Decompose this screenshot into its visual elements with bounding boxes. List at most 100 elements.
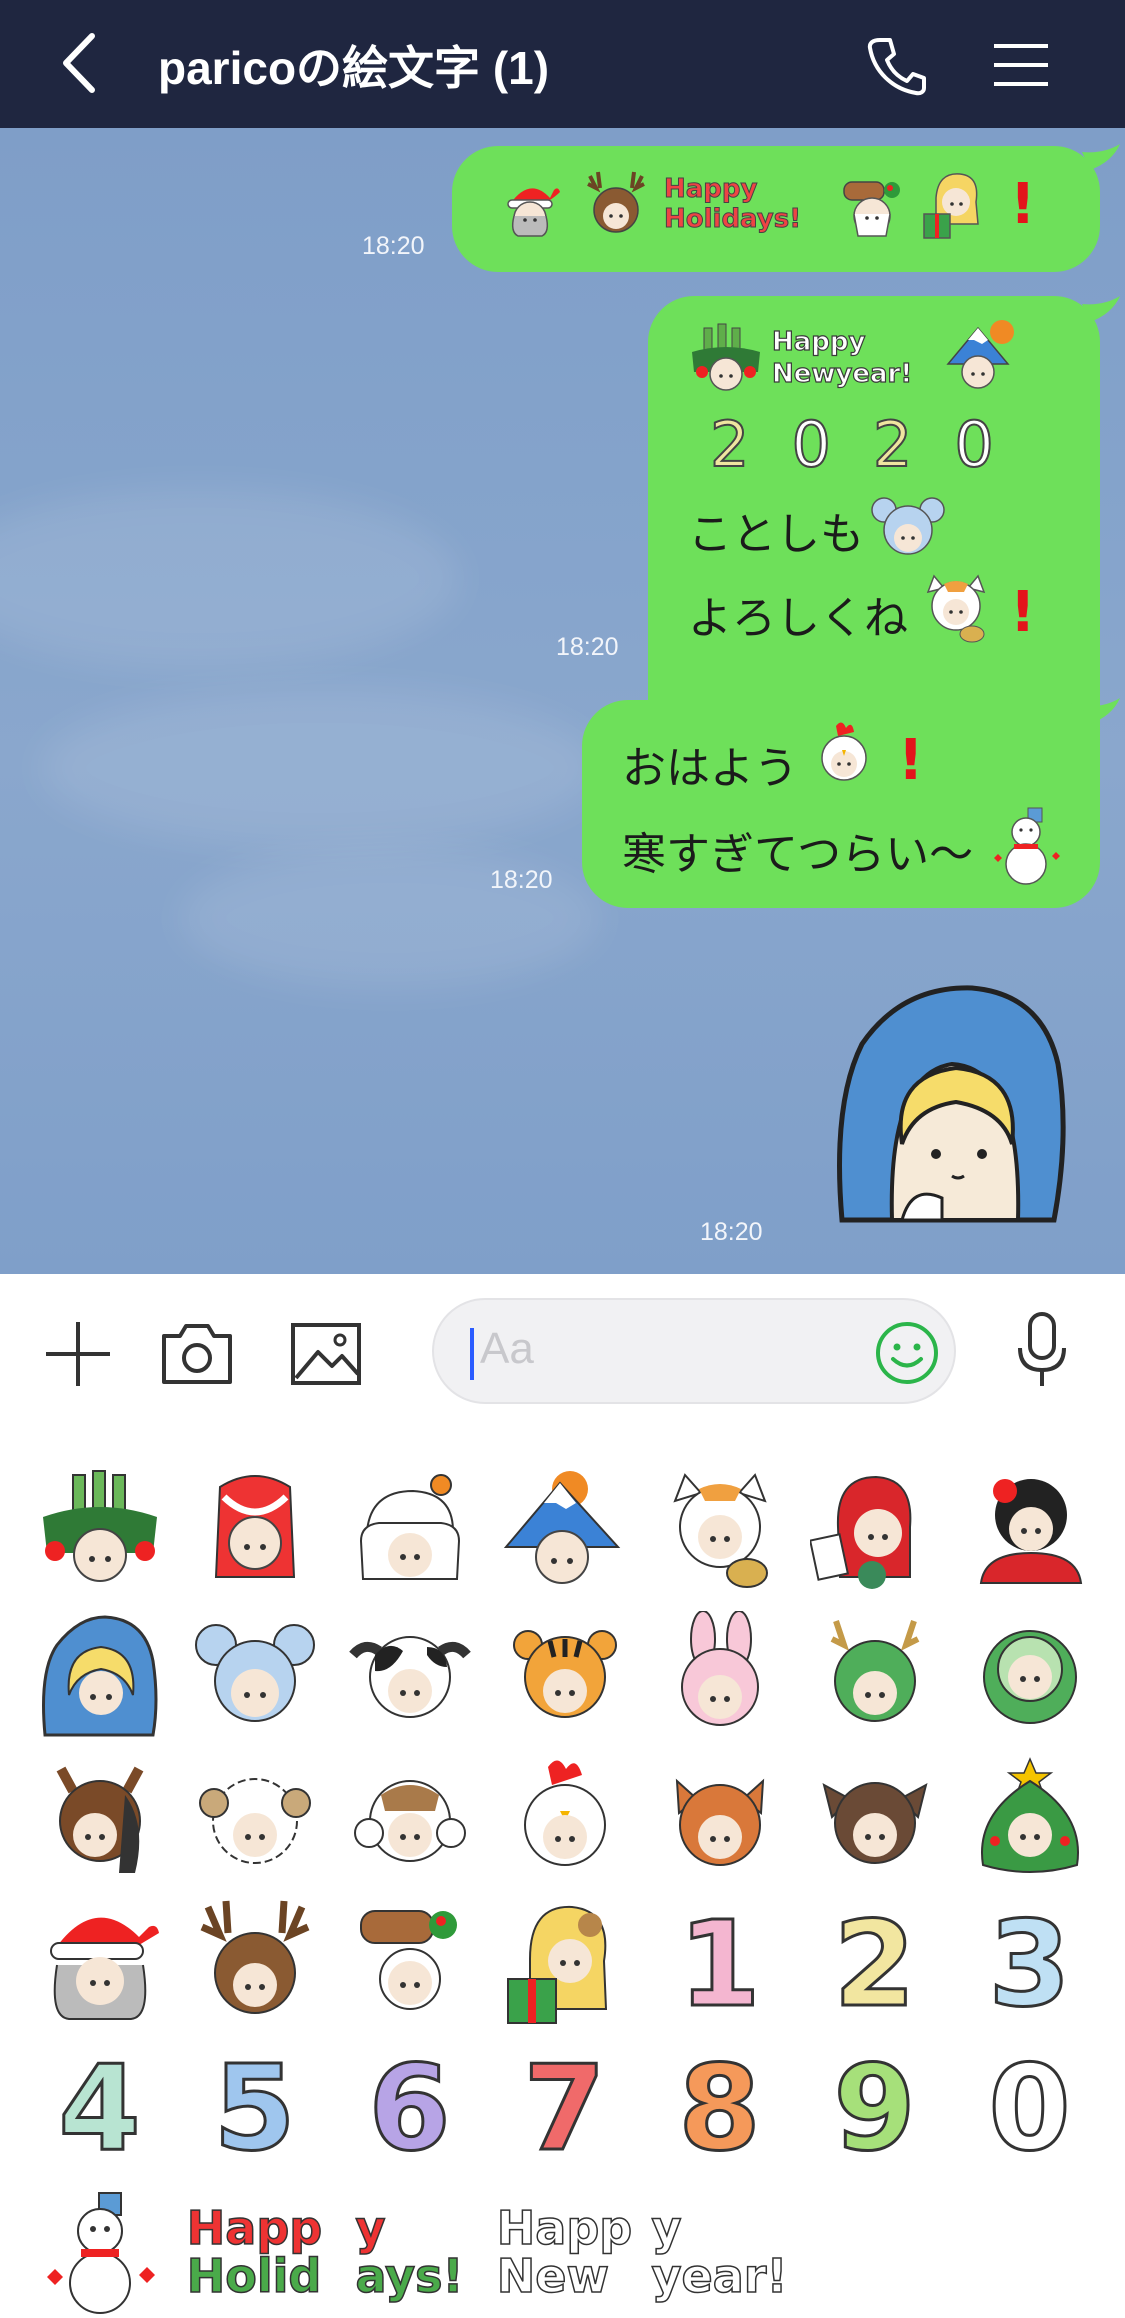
emoji-boar-girl[interactable] — [797, 1748, 952, 1892]
log-cake-girl-emoji — [843, 181, 900, 237]
camera-icon[interactable] — [160, 1320, 234, 1386]
emoji-kimono-girl[interactable] — [952, 1460, 1107, 1604]
message-text: おはよう — [622, 743, 798, 794]
happy-newyear-emoji: Happy Newyear! — [771, 326, 913, 389]
bubble-tail — [1082, 296, 1120, 322]
chat-area[interactable]: 18:20 Happy Holidays! ! 18:20 Happy Newy… — [0, 128, 1125, 1274]
emoji-dragon-girl[interactable] — [797, 1604, 952, 1748]
emoji-log-cake-girl[interactable] — [332, 1892, 487, 2036]
word-label: Happ — [186, 2200, 323, 2255]
snowman-emoji — [994, 807, 1060, 885]
emoji-fuji-girl[interactable] — [487, 1460, 642, 1604]
emoji-snake-girl[interactable] — [952, 1604, 1107, 1748]
digit-emoji: 2 — [872, 407, 913, 482]
emoji-reindeer-girl[interactable] — [177, 1892, 332, 2036]
year-2020: 2 0 2 0 — [709, 407, 995, 482]
smiley-icon[interactable] — [874, 1320, 940, 1386]
chat-header: paricoの絵文字 (1) — [0, 0, 1125, 128]
emoji-grid: 1 2 3 4 5 6 7 8 9 0 Happ Holid y ays! Ha… — [22, 1460, 1112, 2318]
digit-emoji: 0 — [790, 407, 831, 482]
snake-icon — [982, 1630, 1077, 1724]
emoji-rabbit-girl[interactable] — [642, 1604, 797, 1748]
emoji-digit-6[interactable]: 6 — [332, 2036, 487, 2180]
emoji-snowman[interactable] — [22, 2180, 177, 2318]
emoji-digit-3[interactable]: 3 — [952, 1892, 1107, 2036]
microphone-icon[interactable] — [1014, 1310, 1070, 1390]
digit-label: 7 — [522, 2039, 607, 2177]
fuji-girl-emoji — [946, 320, 1014, 389]
emoji-digit-0[interactable]: 0 — [952, 2036, 1107, 2180]
input-bar: Aa — [0, 1274, 1125, 1430]
digit-emoji: 2 — [709, 407, 750, 482]
reindeer-emoji — [587, 171, 645, 233]
hamburger-menu-icon[interactable] — [986, 30, 1056, 100]
mouse-girl-emoji — [871, 497, 945, 555]
santa-icon — [49, 1917, 159, 2020]
digit-label: 1 — [677, 1895, 762, 2033]
rabbit-icon — [680, 1611, 759, 1726]
emoji-hagoita-girl[interactable] — [797, 1460, 952, 1604]
happy-holidays-emoji: Happy Holidays! — [664, 174, 802, 235]
emoji-dog-girl[interactable] — [642, 1748, 797, 1892]
emoji-gift-girl[interactable] — [487, 1892, 642, 2036]
hagoita-icon — [809, 1475, 911, 1589]
mouse-icon — [194, 1624, 315, 1722]
emoji-kadomatsu-girl[interactable] — [22, 1460, 177, 1604]
kadomatsu-girl-emoji — [692, 323, 760, 391]
emoji-santa-girl[interactable] — [22, 1892, 177, 2036]
message-time: 18:20 — [700, 1218, 763, 1246]
gift-girl-emoji — [923, 173, 979, 239]
message-input[interactable]: Aa — [432, 1298, 956, 1404]
emoji-digit-1[interactable]: 1 — [642, 1892, 797, 2036]
word-label: y — [651, 2200, 682, 2255]
emoji-mizuhiki-girl[interactable] — [177, 1460, 332, 1604]
digit-label: 2 — [832, 1895, 917, 2033]
word-label: Happ — [496, 2200, 633, 2255]
emoji-lucky-cat-girl[interactable] — [642, 1460, 797, 1604]
emoji-text-y-ays[interactable]: y ays! — [332, 2180, 487, 2318]
snowman-icon — [46, 2192, 155, 2314]
digit-label: 5 — [212, 2039, 297, 2177]
digit-emoji: 0 — [953, 407, 994, 482]
gift-icon — [506, 1905, 607, 2024]
horse-icon — [56, 1766, 143, 1873]
emoji-text-happ-holid[interactable]: Happ Holid — [177, 2180, 332, 2318]
emoji-kagamimochi-girl[interactable] — [332, 1460, 487, 1604]
emoji-digit-5[interactable]: 5 — [177, 2036, 332, 2180]
reindeer-icon — [200, 1900, 309, 2014]
emoji-rooster-girl[interactable] — [487, 1748, 642, 1892]
log-cake-icon — [359, 1910, 457, 2010]
emoji-digit-7[interactable]: 7 — [487, 2036, 642, 2180]
blanket-girl-sticker[interactable] — [832, 984, 1072, 1224]
lucky-cat-icon — [672, 1473, 768, 1588]
digit-label: 4 — [57, 2039, 142, 2177]
emoji-monkey-girl[interactable] — [332, 1748, 487, 1892]
message-text: ことしも — [688, 509, 864, 560]
chat-title: paricoの絵文字 (1) — [158, 42, 550, 94]
emoji-keyboard: 1 2 3 4 5 6 7 8 9 0 Happ Holid y ays! Ha… — [0, 1430, 1125, 2318]
phone-icon[interactable] — [862, 30, 932, 100]
emoji-horse-girl[interactable] — [22, 1748, 177, 1892]
emoji-digit-8[interactable]: 8 — [642, 2036, 797, 2180]
emoji-digit-2[interactable]: 2 — [797, 1892, 952, 2036]
emoji-christmas-tree-girl[interactable] — [952, 1748, 1107, 1892]
word-label: ays! — [355, 2249, 464, 2303]
boar-icon — [821, 1782, 928, 1864]
santa-girl-emoji — [507, 188, 560, 237]
image-icon[interactable] — [290, 1322, 362, 1386]
emoji-cow-girl[interactable] — [332, 1604, 487, 1748]
emoji-sheep-girl[interactable] — [177, 1748, 332, 1892]
christmas-tree-icon — [980, 1757, 1079, 1873]
plus-icon[interactable] — [42, 1318, 114, 1390]
exclamation-emoji: ! — [1010, 580, 1036, 645]
emoji-text-y-year[interactable]: y year! — [642, 2180, 797, 2318]
emoji-digit-9[interactable]: 9 — [797, 2036, 952, 2180]
chevron-left-icon[interactable] — [52, 28, 112, 98]
emoji-tiger-girl[interactable] — [487, 1604, 642, 1748]
emoji-text-happ-new[interactable]: Happ New — [487, 2180, 642, 2318]
exclamation-emoji: ! — [1010, 172, 1036, 237]
emoji-mouse-girl[interactable] — [177, 1604, 332, 1748]
lucky-cat-girl-emoji — [926, 574, 986, 643]
emoji-blanket-girl[interactable] — [22, 1604, 177, 1748]
emoji-digit-4[interactable]: 4 — [22, 2036, 177, 2180]
